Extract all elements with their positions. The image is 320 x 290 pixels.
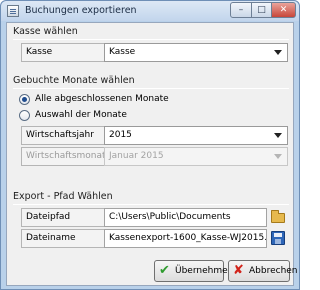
radio-all-months-label: Alle abgeschlossenen Monate [35,94,169,104]
kasse-group-title: Kasse wählen [13,26,78,37]
chevron-down-icon [274,133,282,138]
maximize-button[interactable]: □ [251,2,272,18]
fiscal-year-select[interactable]: 2015 [104,126,288,145]
window-title: Buchungen exportieren [25,5,137,16]
path-field[interactable]: C:\Users\Public\Documents [104,208,267,227]
kasse-select-value: Kasse [109,47,136,57]
cancel-button[interactable]: ✘ Abbrechen [228,260,298,282]
chevron-down-icon [274,50,282,55]
fiscal-year-value: 2015 [109,130,132,140]
radio-select-months-label: Auswahl der Monate [35,110,127,120]
divider [13,39,289,40]
chevron-down-icon [274,154,282,159]
save-file-button[interactable] [270,230,286,246]
export-group-title: Export - Pfad Wählen [13,191,113,202]
filename-label: Dateiname [21,229,105,248]
ok-button[interactable]: ✔ Übernehmen [154,260,233,282]
checkmark-icon: ✔ [159,263,170,278]
divider [13,204,289,205]
export-group: Export - Pfad Wählen Dateipfad C:\Users\… [13,191,289,251]
browse-folder-button[interactable] [270,209,286,225]
divider [13,88,289,89]
app-icon [7,5,19,17]
kasse-label: Kasse [21,43,105,62]
radio-button-checked[interactable] [19,94,30,105]
filename-field[interactable]: Kassenexport-1600_Kasse-WJ2015.dat [104,229,267,248]
path-label: Dateipfad [21,208,105,227]
save-icon [271,231,285,245]
fiscal-month-select: Januar 2015 [104,147,288,166]
minimize-button[interactable]: – [230,2,252,18]
close-button[interactable]: ✕ [271,2,296,18]
fiscal-month-label: Wirtschaftsmonat [21,147,106,166]
kasse-select[interactable]: Kasse [104,43,288,62]
folder-icon [271,210,285,223]
radio-select-months[interactable]: Auswahl der Monate [19,109,219,123]
dialog-window: Buchungen exportieren – □ ✕ Kasse wählen… [0,0,300,290]
radio-button-unchecked[interactable] [19,110,30,121]
fiscal-year-label: Wirtschaftsjahr [21,126,105,145]
ok-button-label: Übernehmen [175,266,234,276]
title-bar[interactable]: Buchungen exportieren – □ ✕ [1,1,299,21]
dialog-content: Kasse wählen Kasse Kasse Gebuchte Monate… [6,22,298,286]
kasse-group: Kasse wählen Kasse Kasse [13,26,289,66]
fiscal-month-value: Januar 2015 [109,151,164,161]
months-group: Gebuchte Monate wählen Alle abgeschlosse… [13,75,289,171]
months-group-title: Gebuchte Monate wählen [13,75,135,86]
cross-icon: ✘ [233,263,244,278]
cancel-button-label: Abbrechen [249,266,298,276]
radio-all-months[interactable]: Alle abgeschlossenen Monate [19,93,219,107]
